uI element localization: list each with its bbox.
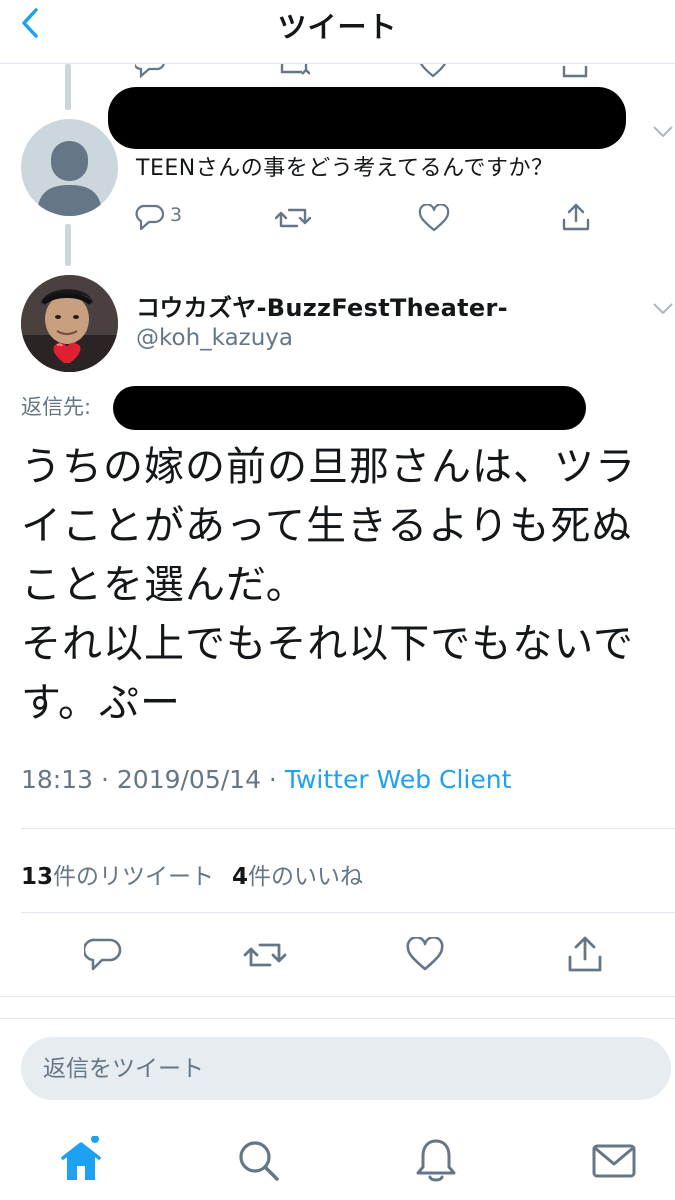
display-name[interactable]: コウカズヤ-BuzzFestTheater- bbox=[136, 288, 508, 323]
profile-photo bbox=[21, 275, 118, 372]
retweet-stat[interactable]: 13件のリツイート bbox=[21, 864, 214, 890]
user-handle[interactable]: @koh_kazuya bbox=[136, 325, 293, 351]
like-count: 4 bbox=[232, 864, 249, 890]
like-stat[interactable]: 4件のいいね bbox=[232, 864, 363, 890]
divider bbox=[0, 996, 675, 997]
tweet-date: 2019/05/14 bbox=[116, 765, 261, 794]
thread-connector bbox=[65, 224, 71, 266]
meta-separator: · bbox=[260, 765, 285, 794]
mail-icon[interactable] bbox=[590, 1136, 638, 1184]
divider bbox=[21, 828, 675, 829]
retweet-icon[interactable] bbox=[243, 938, 287, 972]
retweet-label: 件のリツイート bbox=[53, 864, 215, 890]
previous-tweet-text: TEENさんの事をどう考えてるんですか？ bbox=[136, 156, 554, 181]
tweet-time: 18:13 bbox=[21, 765, 94, 794]
home-icon[interactable] bbox=[57, 1136, 105, 1184]
like-label: 件のいいね bbox=[248, 864, 364, 890]
redacted-name bbox=[108, 87, 626, 149]
chevron-down-icon[interactable] bbox=[652, 302, 674, 316]
like-icon[interactable] bbox=[406, 937, 444, 971]
reply-count: 3 bbox=[170, 204, 183, 226]
meta-separator: · bbox=[93, 765, 117, 794]
retweet-icon[interactable] bbox=[278, 64, 310, 78]
redacted-reply-handle bbox=[113, 386, 586, 430]
share-icon[interactable] bbox=[560, 64, 590, 78]
tweet-body: うちの嫁の前の旦那さんは、ツラ イことがあって生きるよりも死ぬ ことを選んだ。 … bbox=[21, 444, 636, 726]
client-link[interactable]: Twitter Web Client bbox=[285, 765, 512, 794]
reply-icon[interactable] bbox=[84, 937, 122, 973]
composer-top-border bbox=[0, 1018, 675, 1019]
page-title: ツイート bbox=[277, 10, 398, 44]
reply-input[interactable] bbox=[21, 1037, 671, 1100]
chevron-down-icon[interactable] bbox=[652, 125, 674, 139]
retweet-icon[interactable] bbox=[275, 204, 311, 232]
previous-tweet-actions-clipped bbox=[0, 64, 675, 78]
reply-icon[interactable] bbox=[135, 64, 165, 78]
share-icon[interactable] bbox=[567, 935, 603, 973]
like-icon[interactable] bbox=[418, 204, 450, 232]
bell-icon[interactable] bbox=[412, 1136, 460, 1184]
user-silhouette-icon bbox=[37, 141, 102, 216]
retweet-count: 13 bbox=[21, 864, 54, 890]
bottom-tab-bar bbox=[0, 1120, 675, 1200]
profile-avatar[interactable] bbox=[21, 275, 118, 372]
default-avatar[interactable] bbox=[21, 119, 118, 216]
search-icon[interactable] bbox=[234, 1136, 282, 1184]
reply-icon[interactable] bbox=[135, 203, 165, 231]
engagement-stats: 13件のリツイート 4件のいいね bbox=[21, 857, 363, 891]
like-icon[interactable] bbox=[418, 64, 448, 78]
thread-connector bbox=[65, 64, 71, 110]
divider bbox=[21, 912, 675, 913]
reply-to-label: 返信先: bbox=[21, 395, 92, 419]
top-bar: ツイート bbox=[0, 0, 675, 64]
tweet-meta: 18:13 · 2019/05/14 · Twitter Web Client bbox=[21, 765, 511, 794]
share-icon[interactable] bbox=[561, 202, 591, 232]
